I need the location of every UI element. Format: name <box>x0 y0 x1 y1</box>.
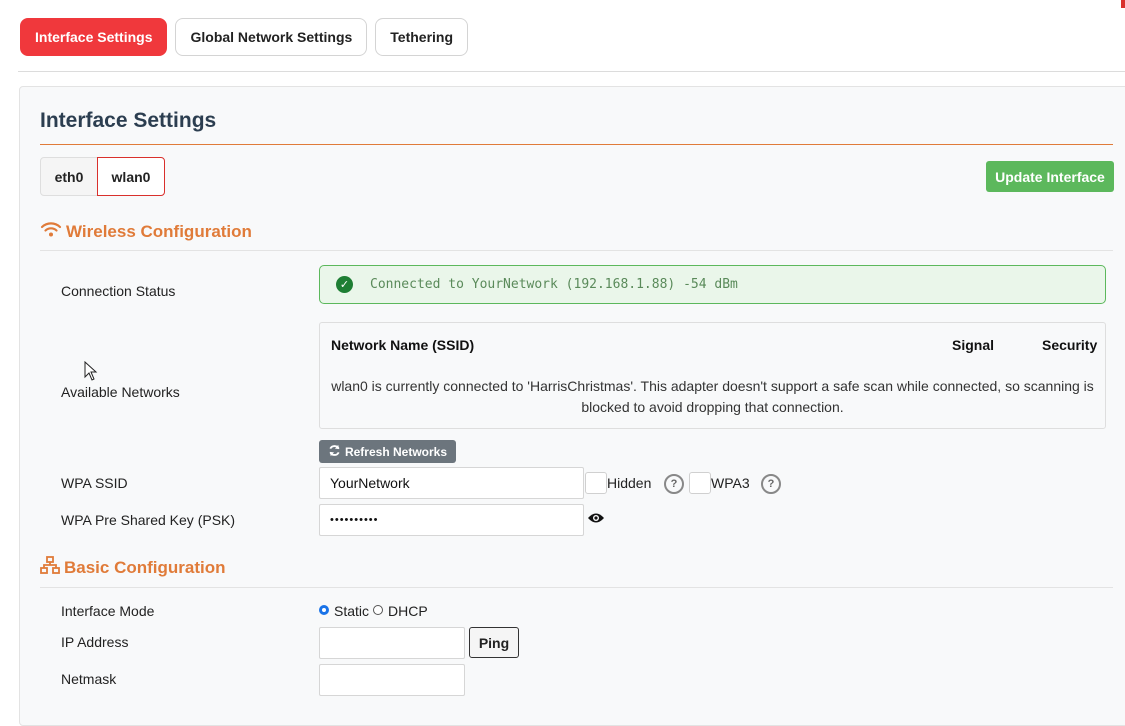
hidden-checkbox[interactable] <box>585 472 607 494</box>
ip-address-input[interactable] <box>319 627 465 659</box>
available-networks-table: Network Name (SSID) Signal Security wlan… <box>319 322 1106 429</box>
interface-tab-eth0[interactable]: eth0 <box>40 157 98 196</box>
tab-interface-settings[interactable]: Interface Settings <box>20 18 168 56</box>
psk-label: WPA Pre Shared Key (PSK) <box>61 512 236 528</box>
wpa3-help-icon[interactable]: ? <box>761 474 781 494</box>
scan-blocked-message: wlan0 is currently connected to 'HarrisC… <box>331 378 1094 415</box>
wireless-config-heading: Wireless Configuration <box>40 220 252 243</box>
ip-address-label: IP Address <box>61 634 129 650</box>
netmask-input[interactable] <box>319 664 465 696</box>
tab-global-network-settings[interactable]: Global Network Settings <box>175 18 368 56</box>
check-circle-icon: ✓ <box>336 276 353 293</box>
page-title: Interface Settings <box>40 109 217 132</box>
static-label: Static <box>334 603 370 619</box>
wireless-config-title: Wireless Configuration <box>66 221 252 241</box>
ping-button[interactable]: Ping <box>469 627 519 658</box>
interface-mode-label: Interface Mode <box>61 603 155 619</box>
update-interface-button[interactable]: Update Interface <box>986 161 1114 192</box>
tab-tethering[interactable]: Tethering <box>375 18 469 56</box>
ssid-label: WPA SSID <box>61 475 128 491</box>
column-header-ssid: Network Name (SSID) <box>331 337 475 353</box>
title-divider <box>40 144 1113 145</box>
wireless-section-divider <box>40 250 1113 251</box>
static-radio[interactable] <box>319 605 329 615</box>
top-tab-bar: Interface Settings Global Network Settin… <box>20 18 469 56</box>
netmask-label: Netmask <box>61 671 117 687</box>
psk-input[interactable]: •••••••••• <box>319 504 584 536</box>
available-networks-label: Available Networks <box>61 384 180 400</box>
tab-divider <box>18 71 1125 72</box>
connection-status-box: ✓ Connected to YourNetwork (192.168.1.88… <box>319 265 1106 304</box>
refresh-networks-button[interactable]: Refresh Networks <box>319 440 456 463</box>
refresh-icon <box>328 444 341 460</box>
hidden-label: Hidden <box>607 475 652 491</box>
interface-tab-wlan0[interactable]: wlan0 <box>97 157 165 196</box>
ssid-input[interactable]: YourNetwork <box>319 467 584 499</box>
connection-status-text: Connected to YourNetwork (192.168.1.88) … <box>370 277 738 292</box>
connection-status-label: Connection Status <box>61 283 176 299</box>
network-icon <box>40 556 60 579</box>
wpa3-checkbox[interactable] <box>689 472 711 494</box>
wpa3-label: WPA3 <box>711 475 750 491</box>
column-header-signal: Signal <box>952 337 995 353</box>
basic-config-title: Basic Configuration <box>64 557 226 577</box>
refresh-networks-label: Refresh Networks <box>344 444 448 459</box>
mouse-cursor-icon <box>84 360 98 384</box>
basic-section-divider <box>40 587 1113 588</box>
corner-indicator <box>1121 0 1125 8</box>
dhcp-radio[interactable] <box>373 605 383 615</box>
interface-settings-panel: Interface Settings eth0 wlan0 Update Int… <box>19 86 1125 726</box>
wifi-icon <box>40 220 62 243</box>
eye-icon[interactable] <box>587 511 605 527</box>
basic-config-heading: Basic Configuration <box>40 556 226 579</box>
dhcp-label: DHCP <box>388 603 428 619</box>
hidden-help-icon[interactable]: ? <box>664 474 684 494</box>
column-header-security: Security <box>1042 337 1098 353</box>
